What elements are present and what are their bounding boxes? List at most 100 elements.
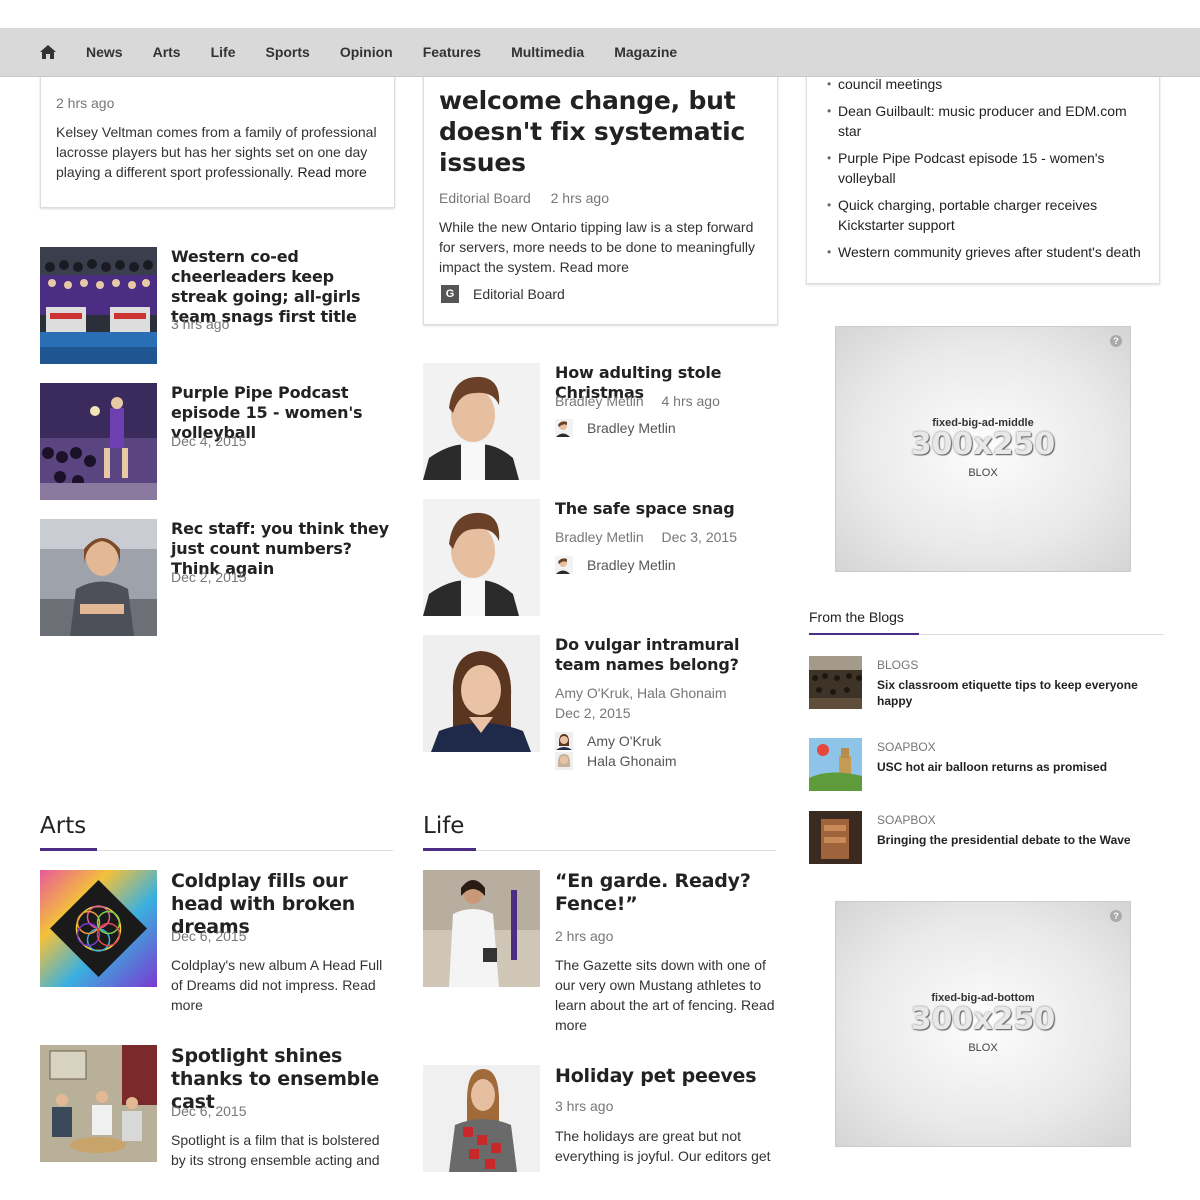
- story-date: Dec 2, 2015: [555, 705, 631, 721]
- byline-name: Hala Ghonaim: [587, 753, 677, 769]
- trending-item[interactable]: Purple Pipe Podcast episode 15 - women's…: [827, 148, 1147, 188]
- story-title[interactable]: Holiday pet peeves: [555, 1065, 770, 1088]
- holiday-photo: [423, 1065, 540, 1172]
- nav-item-arts[interactable]: Arts: [153, 44, 181, 60]
- nav-item-magazine[interactable]: Magazine: [614, 44, 677, 60]
- byline[interactable]: Hala Ghonaim: [555, 752, 677, 770]
- trending-item[interactable]: Dean Guilbault: music producer and EDM.c…: [827, 101, 1147, 141]
- author-avatar: [555, 732, 573, 750]
- byline[interactable]: Bradley Metlin: [555, 556, 676, 574]
- section-accent: [423, 848, 476, 851]
- story-date: Dec 4, 2015: [171, 433, 247, 449]
- story-date: Dec 3, 2015: [661, 529, 737, 545]
- story-time: 2 hrs ago: [550, 190, 609, 206]
- story-thumbnail[interactable]: [423, 1065, 540, 1172]
- byline-name: Bradley Metlin: [587, 557, 676, 573]
- story-date: Dec 2, 2015: [171, 569, 247, 585]
- ad-brand: BLOX: [968, 467, 998, 479]
- nav-item-multimedia[interactable]: Multimedia: [511, 44, 584, 60]
- story-thumbnail[interactable]: [40, 383, 157, 500]
- trending-item[interactable]: Western community grieves after student'…: [827, 242, 1147, 262]
- story-thumbnail[interactable]: [423, 635, 540, 752]
- author-portrait-photo: [423, 635, 540, 752]
- byline[interactable]: G Editorial Board: [441, 285, 565, 303]
- gazette-logo-icon: G: [441, 285, 459, 303]
- story-thumbnail[interactable]: [423, 870, 540, 987]
- story-summary: Spotlight is a film that is bolstered by…: [171, 1132, 380, 1168]
- story-thumbnail[interactable]: [40, 519, 157, 636]
- story-author[interactable]: Bradley Metlin: [555, 529, 644, 545]
- nav-item-sports[interactable]: Sports: [265, 44, 309, 60]
- story-title[interactable]: Western co-ed cheerleaders keep streak g…: [171, 247, 391, 327]
- trending-item[interactable]: council meetings: [827, 74, 1147, 94]
- byline-name: Amy O'Kruk: [587, 733, 662, 749]
- trending-list: council meetings Dean Guilbault: music p…: [827, 74, 1147, 269]
- editorial-card: welcome change, but doesn't fix systemat…: [423, 40, 778, 325]
- story-summary: The Gazette sits down with one of our ve…: [555, 957, 775, 1033]
- read-more-link[interactable]: Read more: [560, 259, 629, 275]
- story-title[interactable]: Do vulgar intramural team names belong?: [555, 635, 775, 675]
- story-thumbnail[interactable]: [40, 247, 157, 364]
- cheerleaders-photo: [40, 247, 157, 364]
- blogs-title: From the Blogs: [809, 609, 904, 625]
- fencer-photo: [423, 870, 540, 987]
- section-title-arts[interactable]: Arts: [40, 813, 86, 839]
- blog-kicker[interactable]: SOAPBOX: [877, 813, 936, 827]
- spotlight-film-still: [40, 1045, 157, 1162]
- trending-item[interactable]: Quick charging, portable charger receive…: [827, 195, 1147, 235]
- section-title-life[interactable]: Life: [423, 813, 464, 839]
- volleyball-photo: [40, 383, 157, 500]
- story-thumbnail[interactable]: [40, 1045, 157, 1162]
- ad-size: 300x250: [910, 427, 1056, 462]
- story-thumbnail[interactable]: [423, 363, 540, 480]
- editorial-title[interactable]: welcome change, but doesn't fix systemat…: [439, 85, 759, 178]
- nav-item-features[interactable]: Features: [423, 44, 481, 60]
- byline-name: Bradley Metlin: [587, 420, 676, 436]
- ad-bottom[interactable]: ? fixed-big-ad-bottom 300x250 BLOX: [835, 901, 1131, 1147]
- home-icon[interactable]: [40, 45, 56, 59]
- story-author[interactable]: Bradley Metlin: [555, 393, 644, 409]
- ad-help-icon[interactable]: ?: [1110, 335, 1122, 347]
- story-meta: Bradley Metlin Dec 3, 2015: [555, 529, 737, 545]
- section-accent: [40, 848, 97, 851]
- ad-help-icon[interactable]: ?: [1110, 910, 1122, 922]
- story-summary: The holidays are great but not everythin…: [555, 1128, 771, 1164]
- story-meta: Bradley Metlin 4 hrs ago: [555, 393, 720, 409]
- byline[interactable]: Amy O'Kruk: [555, 732, 661, 750]
- story-title[interactable]: “En garde. Ready? Fence!”: [555, 870, 770, 916]
- blog-thumbnail[interactable]: [809, 738, 862, 791]
- story-date: 3 hrs ago: [171, 316, 230, 332]
- author-portrait-photo: [423, 499, 540, 616]
- author-avatar: [555, 419, 573, 437]
- author-portrait-photo: [423, 363, 540, 480]
- blog-title[interactable]: USC hot air balloon returns as promised: [877, 759, 1147, 775]
- story-title[interactable]: The safe space snag: [555, 499, 775, 519]
- editorial-meta: Editorial Board 2 hrs ago: [439, 190, 609, 206]
- ad-middle[interactable]: ? fixed-big-ad-middle 300x250 BLOX: [835, 326, 1131, 572]
- story-date: 2 hrs ago: [555, 928, 614, 944]
- read-more-link[interactable]: Read more: [298, 164, 367, 180]
- blog-kicker[interactable]: SOAPBOX: [877, 740, 936, 754]
- blog-thumbnail[interactable]: [809, 811, 862, 864]
- story-thumbnail[interactable]: [423, 499, 540, 616]
- blog-title[interactable]: Bringing the presidential debate to the …: [877, 832, 1147, 848]
- blog-kicker[interactable]: BLOGS: [877, 658, 918, 672]
- story-thumbnail[interactable]: [40, 870, 157, 987]
- nav-item-news[interactable]: News: [86, 44, 123, 60]
- editorial-summary: While the new Ontario tipping law is a s…: [439, 219, 755, 275]
- story-date: Dec 6, 2015: [171, 928, 247, 944]
- byline[interactable]: Bradley Metlin: [555, 419, 676, 437]
- byline-name: Editorial Board: [473, 286, 565, 302]
- story-author[interactable]: Amy O'Kruk, Hala Ghonaim: [555, 685, 727, 701]
- story-date: 4 hrs ago: [661, 393, 720, 409]
- story-summary: Coldplay's new album A Head Full of Drea…: [171, 957, 383, 1013]
- nav-item-life[interactable]: Life: [211, 44, 236, 60]
- story-summary: Kelsey Veltman comes from a family of pr…: [56, 124, 377, 180]
- story-author[interactable]: Editorial Board: [439, 190, 531, 206]
- story-date: 3 hrs ago: [555, 1098, 614, 1114]
- blog-thumbnail[interactable]: [809, 656, 862, 709]
- nav-item-opinion[interactable]: Opinion: [340, 44, 393, 60]
- rec-staff-photo: [40, 519, 157, 636]
- blog-title[interactable]: Six classroom etiquette tips to keep eve…: [877, 677, 1147, 709]
- ad-size: 300x250: [910, 1002, 1056, 1037]
